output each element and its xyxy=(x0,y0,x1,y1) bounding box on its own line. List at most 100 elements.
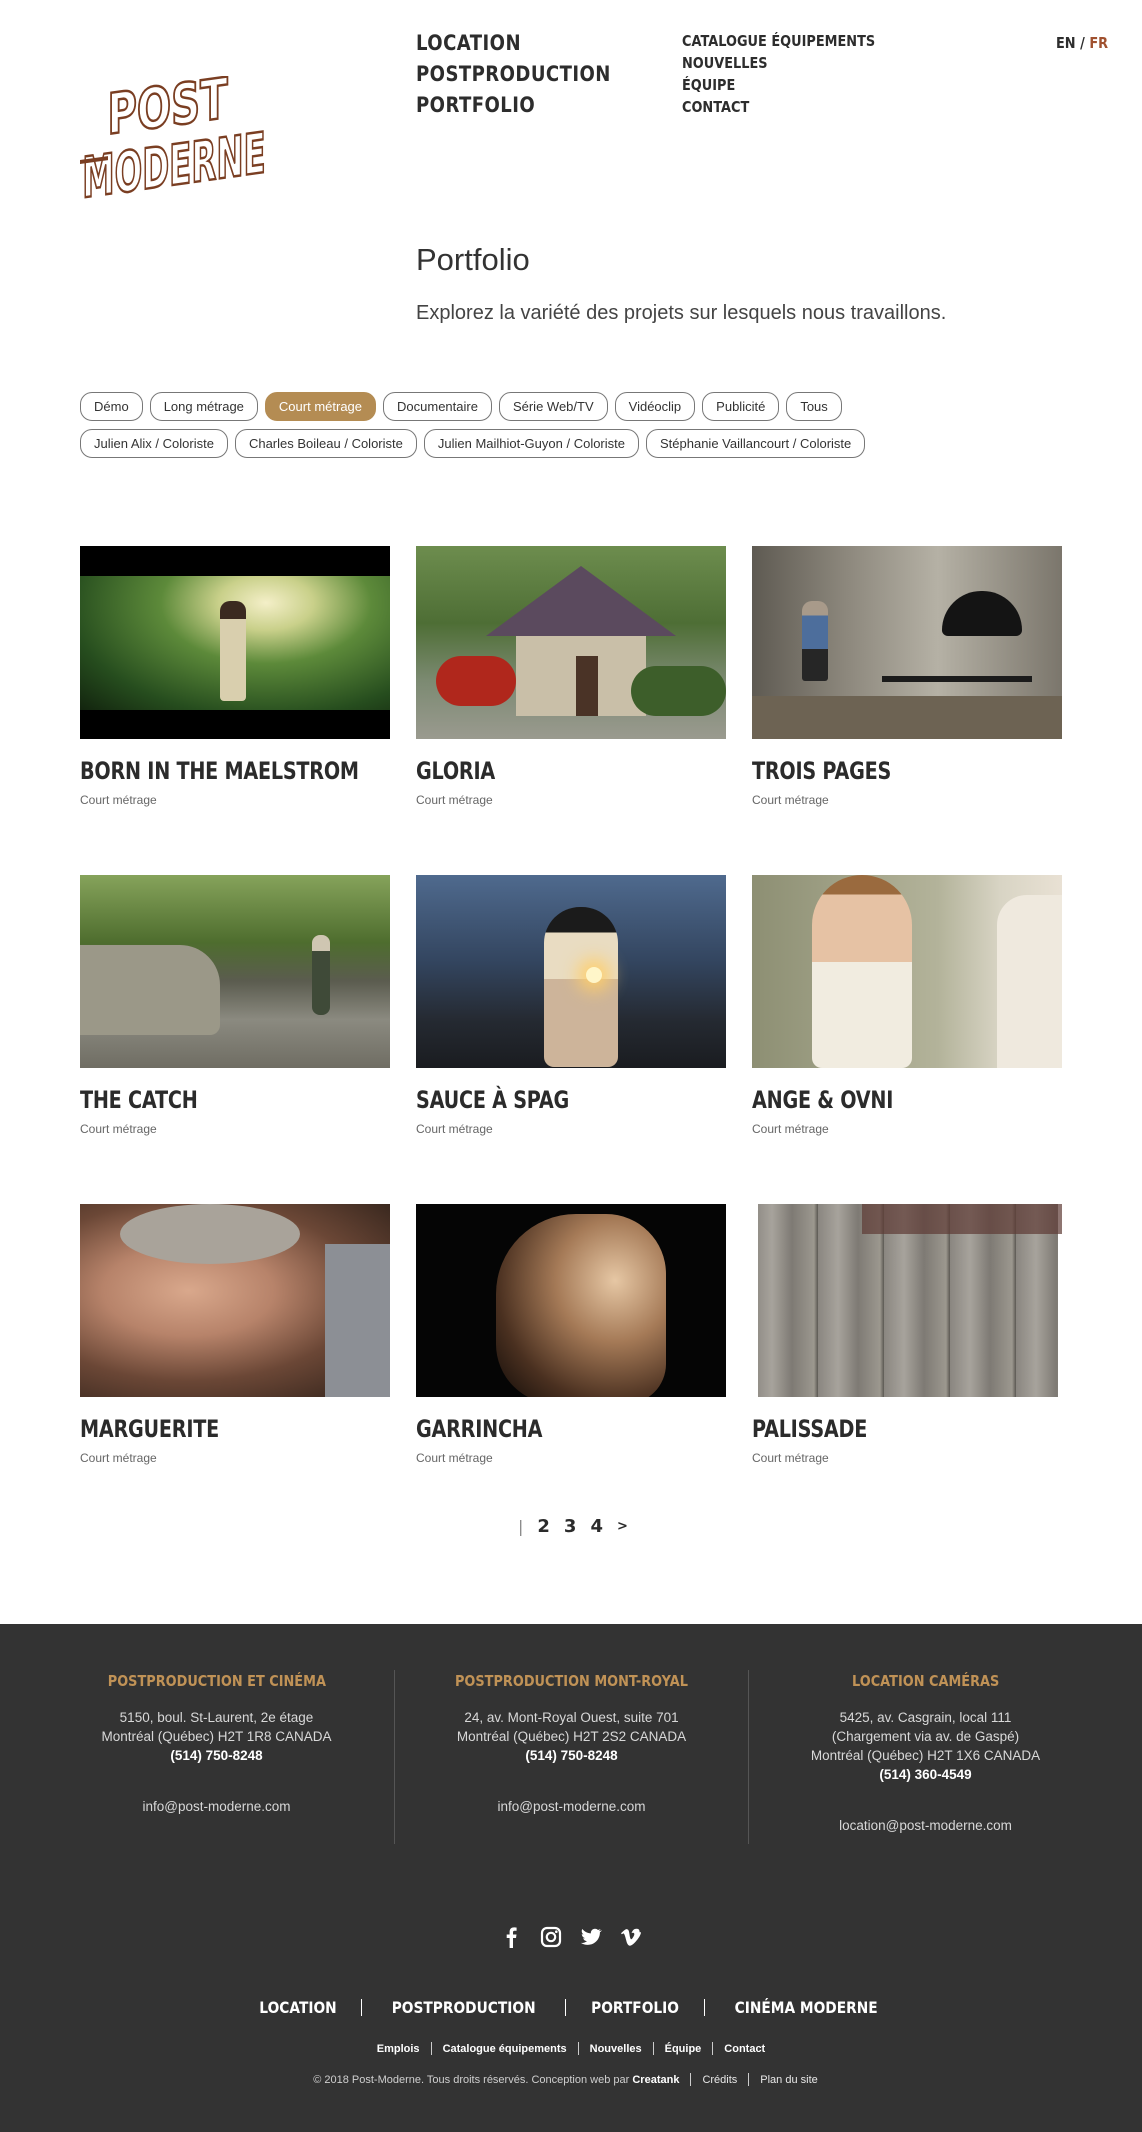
filter-chip-videoclip[interactable]: Vidéoclip xyxy=(614,392,696,421)
facebook-icon[interactable] xyxy=(500,1926,522,1948)
footer-email[interactable]: info@post-moderne.com xyxy=(39,1797,394,1816)
post-moderne-logo[interactable]: POST MODERNE xyxy=(80,65,292,216)
nav-equipe[interactable]: ÉQUIPE xyxy=(682,74,875,96)
page-link-3[interactable]: 3 xyxy=(564,1516,577,1537)
filter-chip-demo[interactable]: Démo xyxy=(80,392,143,421)
filter-row-colorists: Julien Alix / Coloriste Charles Boileau … xyxy=(80,429,1080,458)
nav-portfolio[interactable]: PORTFOLIO xyxy=(416,90,611,121)
lang-separator: / xyxy=(1080,34,1085,52)
project-card[interactable]: GLORIA Court métrage xyxy=(416,546,726,807)
footer-col-postproduction-cinema: POSTPRODUCTION ET CINÉMA 5150, boul. St-… xyxy=(39,1672,394,1816)
filter-row-categories: Démo Long métrage Court métrage Document… xyxy=(80,392,1080,421)
project-thumbnail[interactable] xyxy=(416,875,726,1068)
project-thumbnail[interactable] xyxy=(80,546,390,739)
project-title[interactable]: MARGUERITE xyxy=(80,1415,328,1443)
filter-chip-stephanie-vaillancourt[interactable]: Stéphanie Vaillancourt / Coloriste xyxy=(646,429,866,458)
footer-phone[interactable]: (514) 750-8248 xyxy=(39,1746,394,1765)
project-thumbnail[interactable] xyxy=(752,546,1062,739)
project-thumbnail[interactable] xyxy=(752,1204,1062,1397)
designer-link[interactable]: Creatank xyxy=(632,2074,679,2086)
credits-link[interactable]: Crédits xyxy=(691,2074,748,2086)
filter-chip-tous[interactable]: Tous xyxy=(786,392,842,421)
project-card[interactable]: ANGE & OVNI Court métrage xyxy=(752,875,1062,1136)
project-title[interactable]: BORN IN THE MAELSTROM xyxy=(80,757,359,785)
footer-phone[interactable]: (514) 750-8248 xyxy=(394,1746,749,1765)
project-title[interactable]: PALISSADE xyxy=(752,1415,1000,1443)
nav-location[interactable]: LOCATION xyxy=(416,28,611,59)
footer-col-title: POSTPRODUCTION ET CINÉMA xyxy=(107,1672,326,1690)
project-card[interactable]: MARGUERITE Court métrage xyxy=(80,1204,390,1465)
footer-address-line: Montréal (Québec) H2T 1R8 CANADA xyxy=(101,1729,332,1744)
nav-postproduction[interactable]: POSTPRODUCTION xyxy=(416,59,611,90)
filter-chip-julien-alix[interactable]: Julien Alix / Coloriste xyxy=(80,429,228,458)
lang-fr[interactable]: FR xyxy=(1089,34,1108,52)
footer-main-nav: LOCATION POSTPRODUCTION PORTFOLIO CINÉMA… xyxy=(0,1998,1142,2017)
project-thumbnail[interactable] xyxy=(416,546,726,739)
project-card[interactable]: PALISSADE Court métrage xyxy=(752,1204,1062,1465)
copyright-bar: © 2018 Post-Moderne. Tous droits réservé… xyxy=(0,2073,1142,2086)
project-title[interactable]: GLORIA xyxy=(416,757,664,785)
social-links xyxy=(0,1926,1142,1948)
project-thumbnail[interactable] xyxy=(80,1204,390,1397)
filter-bar: Démo Long métrage Court métrage Document… xyxy=(80,392,1080,466)
main-nav: LOCATION POSTPRODUCTION PORTFOLIO xyxy=(416,28,643,121)
footer-nav-postproduction[interactable]: POSTPRODUCTION xyxy=(376,1998,551,2017)
project-category: Court métrage xyxy=(80,1122,157,1136)
footer-nav-location[interactable]: LOCATION xyxy=(243,1998,351,2017)
nav-nouvelles[interactable]: NOUVELLES xyxy=(682,52,875,74)
project-card[interactable]: THE CATCH Court métrage xyxy=(80,875,390,1136)
filter-chip-court-metrage[interactable]: Court métrage xyxy=(264,392,377,421)
project-title[interactable]: GARRINCHA xyxy=(416,1415,664,1443)
filter-chip-serie-web-tv[interactable]: Série Web/TV xyxy=(498,392,608,421)
filter-chip-publicite[interactable]: Publicité xyxy=(702,392,780,421)
site-footer: POSTPRODUCTION ET CINÉMA 5150, boul. St-… xyxy=(0,1624,1142,2132)
page-link-4[interactable]: 4 xyxy=(590,1516,603,1537)
project-title[interactable]: SAUCE À SPAG xyxy=(416,1086,664,1114)
lang-en[interactable]: EN xyxy=(1056,34,1076,52)
project-title[interactable]: THE CATCH xyxy=(80,1086,328,1114)
page-link-2[interactable]: 2 xyxy=(537,1516,550,1537)
project-category: Court métrage xyxy=(416,793,493,807)
project-card[interactable]: BORN IN THE MAELSTROM Court métrage xyxy=(80,546,390,807)
filter-chip-julien-mailhiot-guyon[interactable]: Julien Mailhiot-Guyon / Coloriste xyxy=(423,429,639,458)
footer-link-equipe[interactable]: Équipe xyxy=(654,2043,713,2055)
filter-chip-long-metrage[interactable]: Long métrage xyxy=(149,392,258,421)
copyright-text: © 2018 Post-Moderne. Tous droits réservé… xyxy=(313,2073,630,2086)
project-card[interactable]: TROIS PAGES Court métrage xyxy=(752,546,1062,807)
footer-nav-portfolio[interactable]: PORTFOLIO xyxy=(576,1998,695,2017)
filter-chip-charles-boileau[interactable]: Charles Boileau / Coloriste xyxy=(234,429,417,458)
project-card[interactable]: GARRINCHA Court métrage xyxy=(416,1204,726,1465)
footer-nav-cinema-moderne[interactable]: CINÉMA MODERNE xyxy=(719,1998,893,2017)
project-category: Court métrage xyxy=(80,1451,157,1465)
project-category: Court métrage xyxy=(752,793,829,807)
nav-contact[interactable]: CONTACT xyxy=(682,96,875,118)
footer-link-nouvelles[interactable]: Nouvelles xyxy=(579,2043,653,2055)
project-title[interactable]: TROIS PAGES xyxy=(752,757,1000,785)
footer-link-catalogue[interactable]: Catalogue équipements xyxy=(432,2043,578,2055)
footer-address-line: 5150, boul. St-Laurent, 2e étage xyxy=(119,1710,314,1725)
footer-col-mont-royal: POSTPRODUCTION MONT-ROYAL 24, av. Mont-R… xyxy=(394,1672,749,1816)
footer-email[interactable]: info@post-moderne.com xyxy=(394,1797,749,1816)
footer-nav-separator xyxy=(360,1999,362,2016)
twitter-icon[interactable] xyxy=(580,1926,602,1948)
nav-catalogue[interactable]: CATALOGUE ÉQUIPEMENTS xyxy=(682,30,875,52)
project-thumbnail[interactable] xyxy=(80,875,390,1068)
project-title[interactable]: ANGE & OVNI xyxy=(752,1086,1000,1114)
sitemap-link[interactable]: Plan du site xyxy=(749,2074,828,2086)
pagination: | 2 3 4 > xyxy=(518,1516,628,1537)
page-next-button[interactable]: > xyxy=(617,1519,628,1534)
project-card[interactable]: SAUCE À SPAG Court métrage xyxy=(416,875,726,1136)
instagram-icon[interactable] xyxy=(540,1926,562,1948)
footer-col-title: POSTPRODUCTION MONT-ROYAL xyxy=(455,1672,688,1690)
footer-phone[interactable]: (514) 360-4549 xyxy=(748,1765,1103,1784)
footer-email[interactable]: location@post-moderne.com xyxy=(748,1816,1103,1835)
footer-address-line: 24, av. Mont-Royal Ouest, suite 701 xyxy=(464,1710,679,1725)
footer-link-emplois[interactable]: Emplois xyxy=(366,2043,431,2055)
filter-chip-documentaire[interactable]: Documentaire xyxy=(383,392,492,421)
footer-nav-separator xyxy=(564,1999,566,2016)
footer-secondary-nav: Emplois Catalogue équipements Nouvelles … xyxy=(0,2042,1142,2055)
project-thumbnail[interactable] xyxy=(752,875,1062,1068)
vimeo-icon[interactable] xyxy=(620,1926,642,1948)
footer-link-contact[interactable]: Contact xyxy=(713,2043,776,2055)
project-thumbnail[interactable] xyxy=(416,1204,726,1397)
